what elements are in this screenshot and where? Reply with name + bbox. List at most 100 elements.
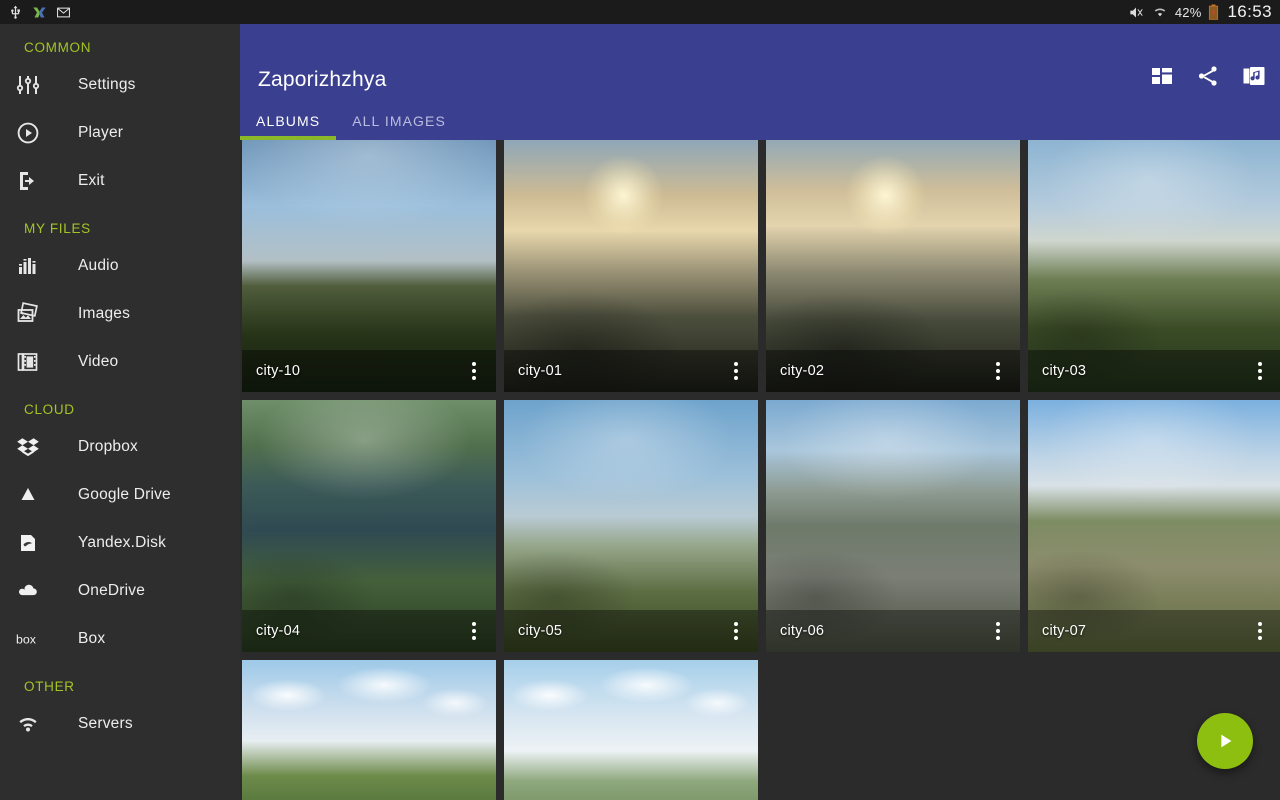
svg-text:box: box [16,632,37,646]
tab-all-images[interactable]: ALL IMAGES [336,113,462,140]
sidebar-item-exit[interactable]: Exit [0,157,240,205]
more-vertical-icon[interactable] [1251,619,1269,643]
play-fab-button[interactable] [1197,713,1253,769]
album-tile[interactable]: city-03 [1028,140,1280,392]
album-caption: city-07 [1028,610,1280,652]
grid-row: city-10 city-01 city-02 city-03 [240,140,1280,392]
app-icon [32,5,47,20]
sidebar-item-label: Box [78,630,105,648]
album-grid: city-10 city-01 city-02 city-03 [240,140,1280,800]
status-bar-left-icons [8,5,71,20]
more-vertical-icon[interactable] [727,359,745,383]
more-vertical-icon[interactable] [465,359,483,383]
sliders-icon [16,73,64,97]
more-vertical-icon[interactable] [465,619,483,643]
sidebar-item-settings[interactable]: Settings [0,61,240,109]
sidebar-item-servers[interactable]: Servers [0,700,240,748]
sidebar-section-my-files: MY FILES [0,205,240,242]
sidebar-item-label: Player [78,124,123,142]
volume-mute-icon [1127,5,1145,20]
playlist-library-icon[interactable] [1242,64,1266,88]
exit-icon [16,169,64,193]
app-bar: Zaporizhzhya ALBUMS ALL IMAGES [240,24,1280,140]
equalizer-icon [16,254,64,278]
album-thumbnail [242,660,496,800]
status-bar: 42% 16:53 [0,0,1280,24]
album-name: city-05 [518,623,562,639]
album-tile[interactable]: city-02 [766,140,1020,392]
sidebar-item-label: Images [78,305,130,323]
sidebar-item-label: Yandex.Disk [78,534,166,552]
view-layout-icon[interactable] [1150,64,1174,88]
sidebar-item-onedrive[interactable]: OneDrive [0,567,240,615]
sidebar-section-cloud: CLOUD [0,386,240,423]
tab-active-indicator [240,136,336,140]
album-name: city-01 [518,363,562,379]
google-drive-icon [16,483,64,507]
sidebar-item-label: Exit [78,172,105,190]
more-vertical-icon[interactable] [1251,359,1269,383]
grid-row: city-04 city-05 city-06 city-07 [240,400,1280,652]
sidebar-item-yandex-disk[interactable]: Yandex.Disk [0,519,240,567]
battery-percent-label: 42% [1175,5,1202,20]
album-tile[interactable]: city-06 [766,400,1020,652]
sidebar-item-label: Video [78,353,118,371]
sidebar-item-label: Google Drive [78,486,171,504]
album-name: city-04 [256,623,300,639]
yandex-disk-icon [16,531,64,555]
album-name: city-10 [256,363,300,379]
sidebar-item-label: Settings [78,76,136,94]
sidebar-item-google-drive[interactable]: Google Drive [0,471,240,519]
album-tile[interactable] [504,660,758,800]
sidebar-item-video[interactable]: Video [0,338,240,386]
grid-row [240,660,1280,800]
more-vertical-icon[interactable] [989,359,1007,383]
usb-icon [8,5,23,20]
film-icon [16,350,64,374]
sidebar-item-label: Servers [78,715,133,733]
tab-albums[interactable]: ALBUMS [240,113,336,140]
sidebar-item-label: OneDrive [78,582,145,600]
photos-icon [16,302,64,326]
sidebar-item-images[interactable]: Images [0,290,240,338]
sidebar-item-audio[interactable]: Audio [0,242,240,290]
album-caption: city-04 [242,610,496,652]
album-name: city-03 [1042,363,1086,379]
tab-label: ALBUMS [256,113,320,129]
sidebar-item-dropbox[interactable]: Dropbox [0,423,240,471]
sidebar-section-other: OTHER [0,663,240,700]
sidebar-item-box[interactable]: box Box [0,615,240,663]
sidebar-item-player[interactable]: Player [0,109,240,157]
share-icon[interactable] [1196,64,1220,88]
wifi-signal-icon [16,712,64,736]
album-thumbnail [504,660,758,800]
album-name: city-07 [1042,623,1086,639]
album-tile[interactable]: city-05 [504,400,758,652]
album-name: city-02 [780,363,824,379]
album-tile[interactable]: city-07 [1028,400,1280,652]
album-name: city-06 [780,623,824,639]
sidebar-item-label: Dropbox [78,438,138,456]
dropbox-icon [16,435,64,459]
status-bar-right-icons: 42% 16:53 [1127,2,1272,22]
more-vertical-icon[interactable] [989,619,1007,643]
onedrive-icon [16,579,64,603]
page-title: Zaporizhzhya [258,68,386,92]
album-caption: city-02 [766,350,1020,392]
album-caption: city-10 [242,350,496,392]
album-tile[interactable]: city-04 [242,400,496,652]
status-bar-clock: 16:53 [1227,2,1272,22]
album-caption: city-05 [504,610,758,652]
tab-bar: ALBUMS ALL IMAGES [240,113,462,140]
box-icon: box [16,629,64,649]
tab-label: ALL IMAGES [352,113,446,129]
album-caption: city-06 [766,610,1020,652]
album-tile[interactable] [242,660,496,800]
album-tile[interactable]: city-01 [504,140,758,392]
album-tile[interactable]: city-10 [242,140,496,392]
more-vertical-icon[interactable] [727,619,745,643]
app-bar-actions [1150,64,1266,88]
gmail-icon [56,5,71,20]
sidebar-item-label: Audio [78,257,119,275]
sidebar-section-common: COMMON [0,24,240,61]
